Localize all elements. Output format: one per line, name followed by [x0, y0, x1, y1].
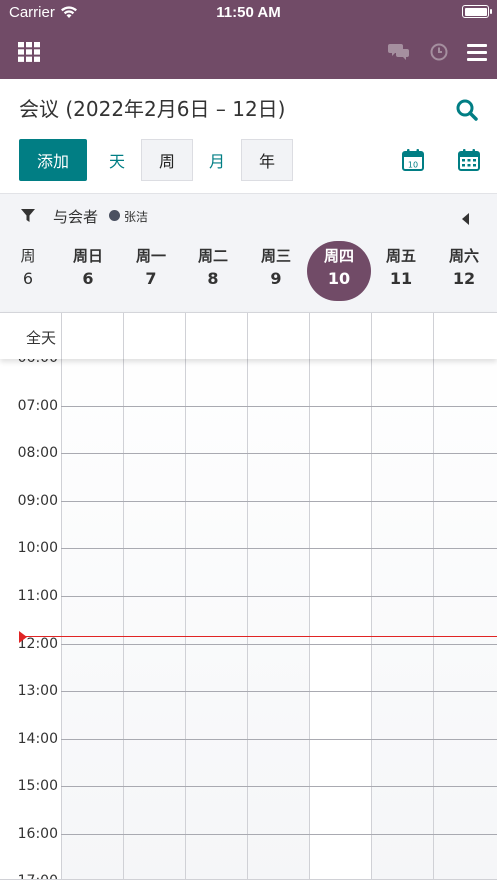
day-header-thursday[interactable]: 周四 10: [308, 245, 370, 291]
grid-apps-icon: [18, 42, 40, 62]
week-day-header: 周 6 周日 6 周一 7 周二 8 周三 9 周四 10 周五 11 周六 1…: [0, 237, 497, 312]
search-icon: [456, 99, 478, 121]
filter-bar: 与会者 张洁: [0, 193, 497, 237]
filter-icon[interactable]: [21, 208, 35, 227]
day-date: 8: [207, 269, 219, 288]
calendar-today-icon: 10: [402, 149, 424, 171]
day-header-wednesday[interactable]: 周三 9: [245, 245, 307, 291]
activities-button[interactable]: [425, 38, 453, 66]
hour-label: 11:00: [17, 588, 58, 604]
chat-bubbles-icon: [388, 44, 409, 60]
hamburger-menu-icon: [467, 43, 487, 61]
tab-year[interactable]: 年: [241, 139, 293, 181]
apps-menu-button[interactable]: [15, 38, 43, 66]
hour-label: 10:00: [17, 540, 58, 556]
week-number-column: 周 6: [0, 245, 59, 291]
calendar-icon: [458, 149, 480, 171]
hour-label: 13:00: [17, 683, 58, 699]
attendee-name[interactable]: 张洁: [124, 208, 148, 225]
day-date: 10: [327, 269, 351, 288]
day-header-saturday[interactable]: 周六 12: [433, 245, 495, 291]
collapse-caret-icon[interactable]: [462, 210, 470, 229]
today-badge-text: 10: [408, 161, 418, 170]
all-day-row[interactable]: 全天: [0, 312, 497, 359]
day-date: 6: [82, 269, 94, 288]
search-button[interactable]: [455, 98, 481, 124]
calendar-time-grid[interactable]: 06:00 07:00 08:00 09:00 10:00 11:00 12:0…: [0, 312, 497, 883]
tab-month[interactable]: 月: [197, 139, 237, 181]
day-name: 周四: [323, 247, 354, 265]
tab-day[interactable]: 天: [97, 139, 137, 181]
hour-label: 09:00: [17, 493, 58, 509]
messages-button[interactable]: [385, 38, 413, 66]
main-menu-button[interactable]: [463, 38, 491, 66]
day-header-friday[interactable]: 周五 11: [370, 245, 432, 291]
app-header: Carrier 11:50 AM: [0, 0, 497, 79]
page-title: 会议 (2022年2月6日 – 12日): [19, 97, 286, 121]
status-bar: Carrier 11:50 AM: [0, 0, 497, 26]
hour-label: 16:00: [17, 826, 58, 842]
date-picker-button[interactable]: [457, 148, 481, 172]
day-date: 7: [145, 269, 157, 288]
battery-icon: [462, 5, 492, 18]
day-name: 周日: [72, 247, 103, 265]
hour-label: 15:00: [17, 778, 58, 794]
day-date: 9: [270, 269, 282, 288]
day-date: 6: [22, 269, 34, 288]
day-header-sunday[interactable]: 周日 6: [57, 245, 119, 291]
clock-icon: [430, 43, 448, 61]
day-date: 12: [452, 269, 476, 288]
all-day-label: 全天: [25, 329, 56, 347]
day-name: 周二: [197, 247, 228, 265]
today-column[interactable]: [309, 312, 371, 883]
clock-time: 11:50 AM: [216, 4, 281, 21]
attendee-dot-icon: [109, 210, 120, 221]
day-header-tuesday[interactable]: 周二 8: [182, 245, 244, 291]
day-name: 周六: [448, 247, 479, 265]
current-time-line: [24, 636, 497, 637]
add-button[interactable]: 添加: [19, 139, 87, 181]
day-name: 周三: [260, 247, 291, 265]
hour-label: 14:00: [17, 731, 58, 747]
day-name: 周: [20, 247, 36, 265]
day-date: 11: [389, 269, 413, 288]
day-name: 周一: [135, 247, 166, 265]
today-button[interactable]: 10: [401, 148, 425, 172]
hour-label: 07:00: [17, 398, 58, 414]
day-header-monday[interactable]: 周一 7: [120, 245, 182, 291]
day-name: 周五: [385, 247, 416, 265]
tab-week[interactable]: 周: [141, 139, 193, 181]
hour-label: 08:00: [17, 445, 58, 461]
current-time-arrow-icon: [19, 631, 27, 643]
hour-label: 12:00: [17, 636, 58, 652]
filter-label[interactable]: 与会者: [53, 206, 98, 227]
